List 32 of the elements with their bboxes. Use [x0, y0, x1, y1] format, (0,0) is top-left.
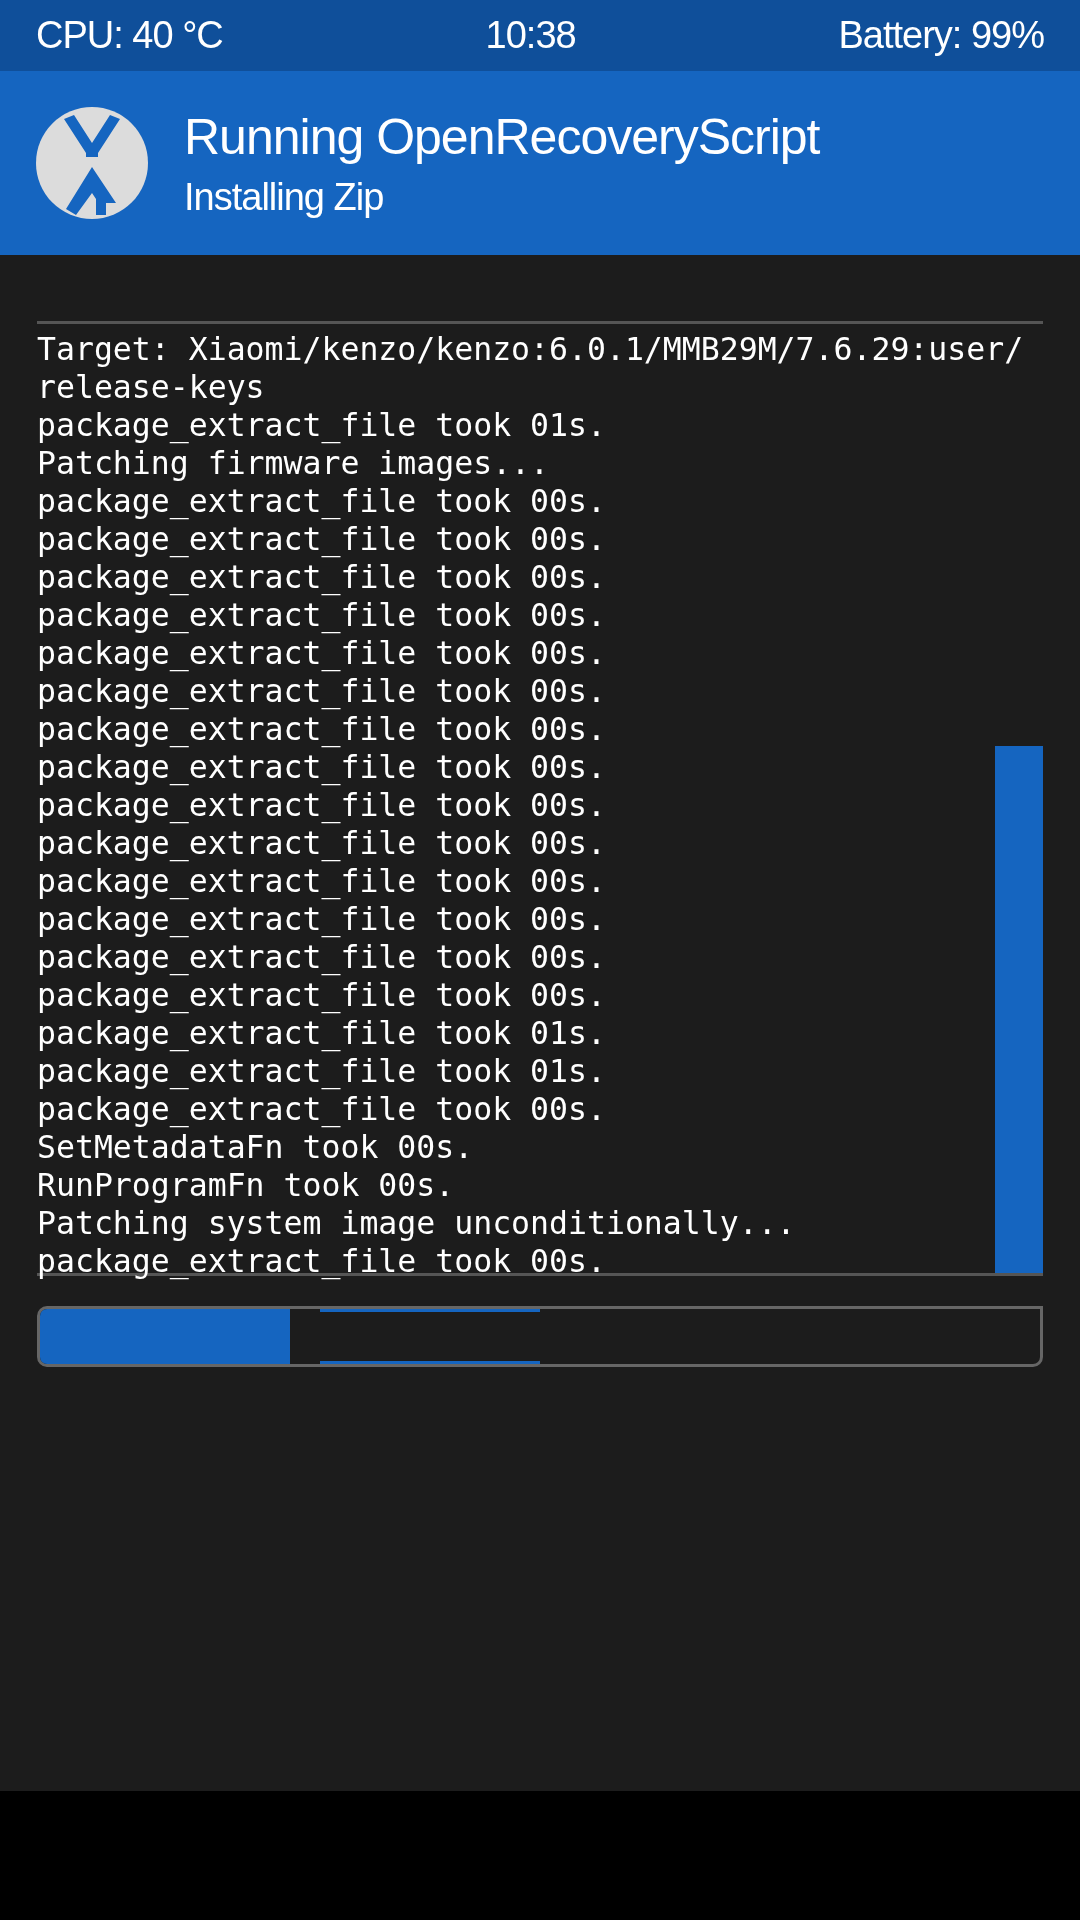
log-line: Patching firmware images... [37, 444, 551, 482]
log-line: package_extract_file took 00s. [37, 1090, 607, 1128]
log-line: package_extract_file took 00s. [37, 558, 607, 596]
header-title: Running OpenRecoveryScript [184, 107, 820, 166]
log-line: Patching system image unconditionally... [37, 1204, 797, 1242]
log-line: package_extract_file took 00s. [37, 748, 607, 786]
scrollbar[interactable] [995, 746, 1043, 1273]
log-line: Target: Xiaomi/kenzo/kenzo:6.0.1/MMB29M/7.6.29:user/ [37, 330, 1025, 368]
log-line: package_extract_file took 00s. [37, 862, 607, 900]
logo-icon [36, 107, 148, 219]
clock: 10:38 [485, 14, 576, 57]
log-line: package_extract_file took 00s. [37, 824, 607, 862]
log-line: package_extract_file took 00s. [37, 900, 607, 938]
cpu-temperature: CPU: 40 °C [36, 14, 223, 57]
battery-level: Battery: 99% [838, 14, 1044, 57]
log-line: package_extract_file took 00s. [37, 596, 607, 634]
log-line: RunProgramFn took 00s. [37, 1166, 456, 1204]
header-subtitle: Installing Zip [184, 175, 385, 219]
log-line: package_extract_file took 00s. [37, 710, 607, 748]
log-line: package_extract_file took 00s. [37, 1242, 607, 1280]
log-line: SetMetadataFn took 00s. [37, 1128, 475, 1166]
log-line: release-keys [37, 368, 266, 406]
log-line: package_extract_file took 00s. [37, 634, 607, 672]
log-line: package_extract_file took 00s. [37, 482, 607, 520]
log-line: package_extract_file took 00s. [37, 672, 607, 710]
log-line: package_extract_file took 00s. [37, 938, 607, 976]
log-line: package_extract_file took 00s. [37, 976, 607, 1014]
log-line: package_extract_file took 00s. [37, 520, 607, 558]
log-line: package_extract_file took 01s. [37, 1014, 607, 1052]
log-line: package_extract_file took 01s. [37, 406, 607, 444]
log-line: package_extract_file took 00s. [37, 786, 607, 824]
log-line: package_extract_file took 01s. [37, 1052, 607, 1090]
